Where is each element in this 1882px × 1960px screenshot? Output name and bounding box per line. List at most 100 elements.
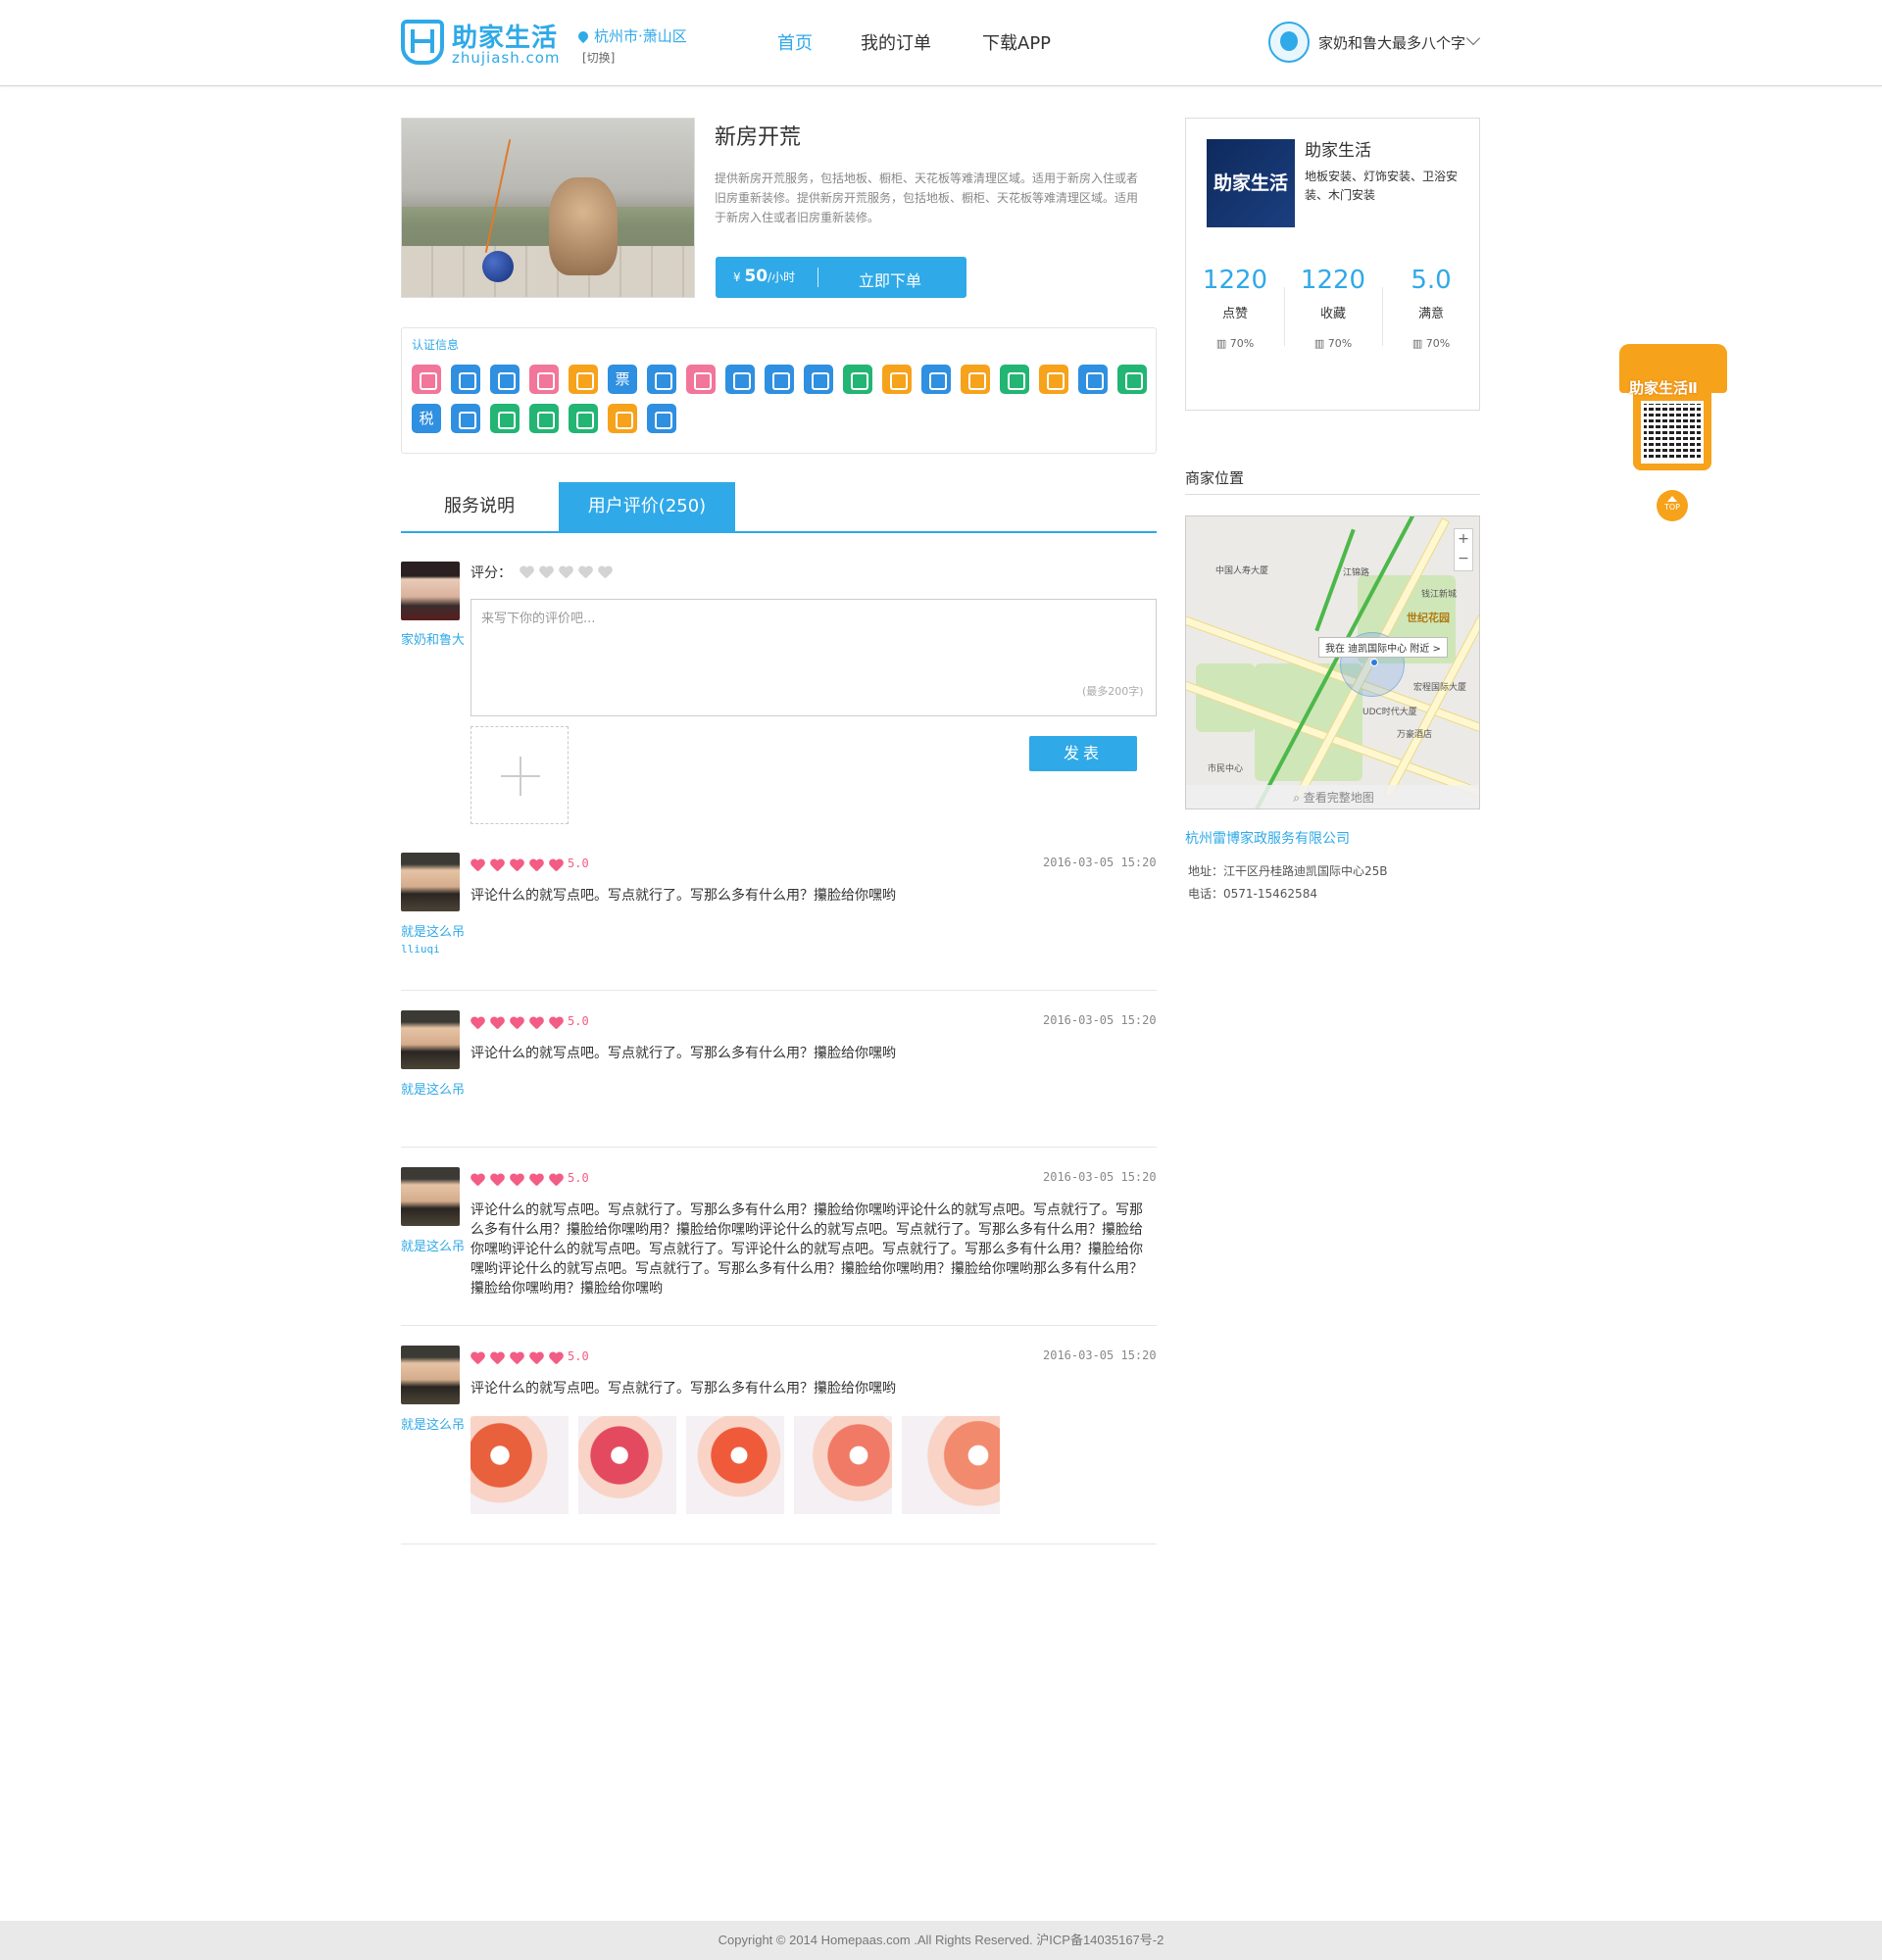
- review-image[interactable]: [470, 1416, 569, 1514]
- rating-input[interactable]: [520, 564, 618, 583]
- merchant-name[interactable]: 助家生活: [1305, 136, 1371, 161]
- id-card-icon: [490, 365, 520, 394]
- heart-icon[interactable]: [539, 566, 554, 579]
- bucket-icon: [1117, 365, 1147, 394]
- chevron-down-icon[interactable]: [1465, 30, 1481, 46]
- review-image[interactable]: [578, 1416, 676, 1514]
- review-text: 评论什么的就写点吧。写点就行了。写那么多有什么用？攥脸给你嘿哟: [470, 1381, 896, 1396]
- review-time: 2016-03-05 15:20: [1043, 1170, 1157, 1184]
- heart-icon: [470, 1017, 485, 1030]
- order-now-button[interactable]: ¥ 50/小时 立即下单: [716, 257, 966, 298]
- review-image[interactable]: [794, 1416, 892, 1514]
- company-name[interactable]: 杭州雷博家政服务有限公司: [1185, 828, 1350, 848]
- heart-icon: [510, 1174, 524, 1187]
- search-icon: ⌕: [1293, 791, 1304, 805]
- heart-icon: [510, 859, 524, 872]
- review-image[interactable]: [902, 1416, 1000, 1514]
- review-divider: [401, 990, 1157, 991]
- nav-my-orders[interactable]: 我的订单: [861, 29, 931, 55]
- review-time: 2016-03-05 15:20: [1043, 1013, 1157, 1027]
- merchant-address: 地址：江干区丹桂路迪凯国际中心25B: [1188, 864, 1388, 878]
- phone-icon: [647, 365, 676, 394]
- location-pin-icon: [575, 28, 591, 44]
- publish-button[interactable]: 发表: [1029, 736, 1137, 771]
- heart-icon: [490, 1017, 505, 1030]
- reviewer-avatar[interactable]: [401, 1346, 460, 1404]
- reviewer-name[interactable]: 就是这么吊: [401, 1414, 465, 1433]
- reviewer-name[interactable]: 就是这么吊: [401, 921, 465, 940]
- heart-icon[interactable]: [578, 566, 593, 579]
- upload-image-button[interactable]: [470, 726, 569, 824]
- cashier-icon: [490, 404, 520, 433]
- service-price: ¥ 50/小时: [733, 267, 796, 286]
- reviewer-name[interactable]: 就是这么吊: [401, 1079, 465, 1098]
- review-rating: [470, 1172, 569, 1191]
- review-score: 5.0: [568, 1014, 589, 1028]
- reviewer-avatar[interactable]: [401, 1010, 460, 1069]
- heart-icon: [529, 859, 544, 872]
- user-avatar[interactable]: [1268, 22, 1310, 63]
- stat-favorites: 1220 收藏 ▥ 70%: [1284, 266, 1382, 350]
- heart-icon[interactable]: [559, 566, 573, 579]
- review-rating: [470, 858, 569, 876]
- stat-likes: 1220 点赞 ▥ 70%: [1186, 266, 1284, 350]
- reviewer-avatar[interactable]: [401, 853, 460, 911]
- heart-icon[interactable]: [520, 566, 534, 579]
- stat-favorites-percent: ▥ 70%: [1313, 337, 1353, 350]
- merchant-card: 助家生活 助家生活 地板安装、灯饰安装、卫浴安装、木门安装 1220 点赞 ▥ …: [1185, 118, 1480, 411]
- service-image: [401, 118, 695, 298]
- certification-title: 认证信息: [412, 338, 460, 352]
- review-score: 5.0: [568, 1171, 589, 1185]
- review-textarea[interactable]: [470, 599, 1157, 716]
- stat-likes-percent: ▥ 70%: [1215, 337, 1255, 350]
- map-label: 中国人寿大厦: [1215, 566, 1269, 576]
- rating-label: 评分：: [470, 565, 512, 581]
- map-label: UDC时代大厦: [1362, 708, 1417, 717]
- tab-user-reviews[interactable]: 用户评价(250): [559, 482, 735, 531]
- heart-icon: [490, 1174, 505, 1187]
- logo-mark-icon: [401, 20, 444, 65]
- nav-download-app[interactable]: 下载APP: [982, 29, 1051, 55]
- user-name[interactable]: 家奶和鲁大最多八个字: [1318, 32, 1465, 53]
- merchant-logo[interactable]: 助家生活: [1207, 139, 1295, 227]
- current-user-name: 家奶和鲁大: [401, 633, 466, 648]
- city-switch-link[interactable]: [切换]: [582, 49, 615, 66]
- nurse-icon: [412, 365, 441, 394]
- heart-icon: [510, 1352, 524, 1365]
- stat-likes-label: 点赞: [1221, 307, 1248, 321]
- heart-icon[interactable]: [598, 566, 613, 579]
- review-time: 2016-03-05 15:20: [1043, 1348, 1157, 1362]
- medical-icon: [686, 365, 716, 394]
- stat-likes-value: 1220: [1202, 266, 1268, 295]
- review-score: 5.0: [568, 1349, 589, 1363]
- payment-icon: [608, 404, 637, 433]
- map-callout[interactable]: 我在 迪凯国际中心 附近 >: [1318, 637, 1448, 658]
- back-to-top-button[interactable]: TOP: [1657, 490, 1688, 521]
- tab-service-description[interactable]: 服务说明: [401, 482, 558, 531]
- cleaner-icon: [843, 365, 872, 394]
- stat-satisfaction-label: 满意: [1417, 307, 1444, 321]
- reviewer-avatar[interactable]: [401, 1167, 460, 1226]
- star-badge-icon: [569, 404, 598, 433]
- city-selector[interactable]: 杭州市·萧山区: [575, 25, 687, 46]
- heart-icon: [529, 1017, 544, 1030]
- reviewer-name[interactable]: 就是这么吊: [401, 1236, 465, 1254]
- map-zoom-control[interactable]: + −: [1454, 528, 1473, 571]
- map-label: 钱江新城: [1421, 590, 1458, 600]
- site-logo[interactable]: 助家生活 zhujiash.com: [401, 20, 587, 69]
- map-label: 江锦路: [1343, 568, 1370, 578]
- merchant-phone: 电话：0571-15462584: [1188, 887, 1317, 901]
- stat-satisfaction: 5.0 满意 ▥ 70%: [1382, 266, 1480, 350]
- review-score: 5.0: [568, 857, 589, 870]
- nav-home[interactable]: 首页: [777, 29, 813, 55]
- review-image[interactable]: [686, 1416, 784, 1514]
- site-footer: Copyright © 2014 Homepaas.com .All Right…: [0, 1921, 1882, 1960]
- heart-icon: [549, 1017, 564, 1030]
- shop-icon: [882, 365, 912, 394]
- merchant-map[interactable]: 我在 迪凯国际中心 附近 > + − 江锦路 世纪花园 UDC时代大厦 宏程国际大…: [1185, 515, 1480, 809]
- floating-qr-widget: 助家生活Ⅱ TOP: [1617, 338, 1729, 524]
- reviewer-username: lliuqi: [401, 943, 440, 956]
- location-divider: [1185, 494, 1480, 495]
- profile-card-icon: [765, 365, 794, 394]
- view-full-map-link[interactable]: ⌕ 查看完整地图: [1186, 785, 1479, 808]
